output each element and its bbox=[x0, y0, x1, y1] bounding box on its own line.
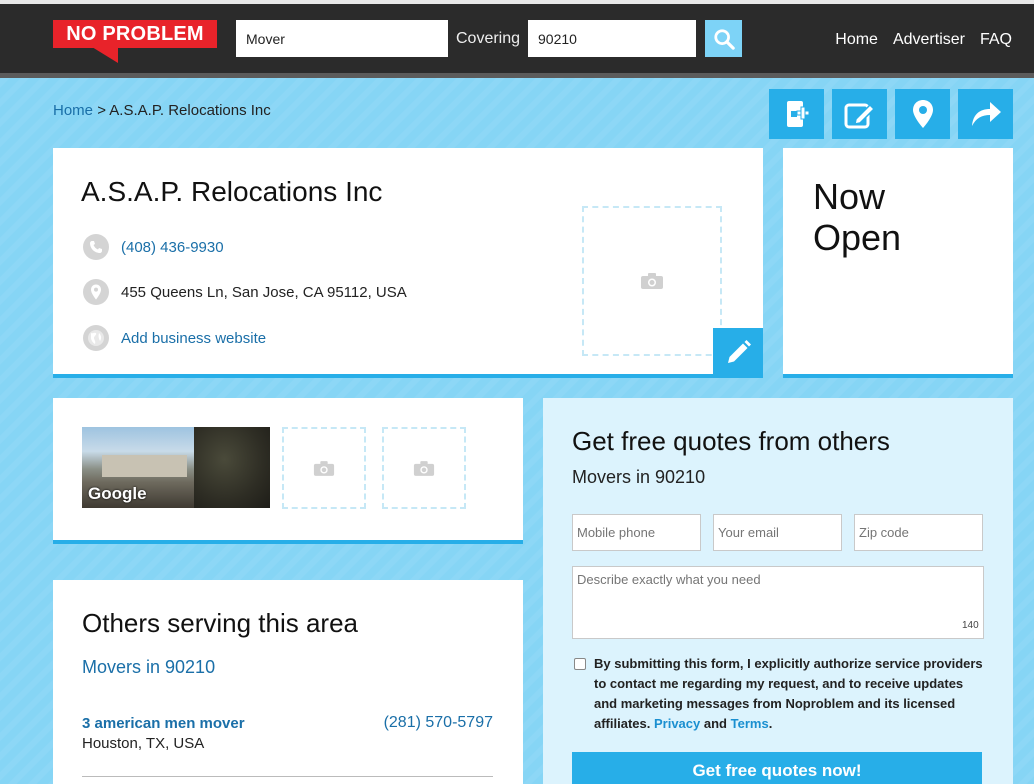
nav-advertiser[interactable]: Advertiser bbox=[893, 31, 965, 49]
breadcrumb-current: A.S.A.P. Relocations Inc bbox=[109, 102, 271, 119]
privacy-link[interactable]: Privacy bbox=[654, 716, 700, 731]
others-category-link[interactable]: Movers in 90210 bbox=[82, 657, 215, 678]
zip-code-input[interactable] bbox=[854, 514, 983, 551]
add-to-phone-icon bbox=[786, 101, 809, 127]
breadcrumb-separator: > bbox=[97, 102, 106, 119]
camera-icon bbox=[641, 273, 663, 289]
open-status-card: Now Open bbox=[783, 148, 1013, 378]
consent-and: and bbox=[703, 716, 727, 731]
breadcrumb: Home > A.S.A.P. Relocations Inc bbox=[53, 102, 271, 119]
consent-main: By submitting this form, I explicitly au… bbox=[594, 656, 983, 731]
others-card: Others serving this area Movers in 90210… bbox=[53, 580, 523, 784]
business-name: A.S.A.P. Relocations Inc bbox=[81, 176, 383, 207]
address-row: 455 Queens Ln, San Jose, CA 95112, USA bbox=[83, 279, 407, 305]
search-button[interactable] bbox=[705, 20, 742, 57]
quote-subtitle: Movers in 90210 bbox=[572, 467, 706, 487]
website-row: Add business website bbox=[83, 325, 266, 351]
top-bar: NO PROBLEM Covering Home Advertiser FAQ bbox=[0, 0, 1034, 78]
streetview-photo[interactable]: Google bbox=[82, 427, 270, 508]
edit-business-button[interactable] bbox=[713, 328, 763, 378]
photos-card: Google bbox=[53, 398, 523, 544]
quote-card: Get free quotes from others Movers in 90… bbox=[543, 398, 1013, 784]
provider-phone[interactable]: (281) 570-5797 bbox=[384, 714, 493, 732]
consent-period: . bbox=[768, 716, 773, 731]
logo-tail bbox=[92, 47, 118, 63]
search-icon bbox=[713, 28, 735, 50]
logo[interactable]: NO PROBLEM bbox=[53, 20, 217, 48]
quote-title: Get free quotes from others bbox=[572, 426, 890, 456]
main-nav: Home Advertiser FAQ bbox=[835, 31, 1012, 49]
provider-location: Houston, TX, USA bbox=[82, 735, 205, 752]
description-textarea[interactable] bbox=[572, 566, 984, 639]
consent-text: By submitting this form, I explicitly au… bbox=[594, 654, 988, 734]
streetview-house bbox=[102, 455, 187, 477]
business-phone[interactable]: (408) 436-9930 bbox=[121, 239, 224, 256]
globe-icon bbox=[83, 325, 109, 351]
mobile-phone-input[interactable] bbox=[572, 514, 701, 551]
submit-quotes-button[interactable]: Get free quotes now! bbox=[572, 752, 982, 784]
char-counter: 140 bbox=[962, 620, 979, 631]
camera-icon bbox=[413, 460, 435, 476]
email-input[interactable] bbox=[713, 514, 842, 551]
edit-review-button[interactable] bbox=[832, 89, 887, 139]
business-card: A.S.A.P. Relocations Inc (408) 436-9930 … bbox=[53, 148, 763, 378]
business-photo-placeholder[interactable] bbox=[582, 206, 722, 356]
share-button[interactable] bbox=[958, 89, 1013, 139]
edit-review-icon bbox=[844, 103, 875, 129]
add-to-phone-button[interactable] bbox=[769, 89, 824, 139]
google-watermark: Google bbox=[88, 484, 147, 503]
share-icon bbox=[971, 102, 1001, 126]
add-website-link[interactable]: Add business website bbox=[121, 330, 266, 347]
others-title: Others serving this area bbox=[82, 608, 359, 638]
photo-placeholder-2[interactable] bbox=[382, 427, 466, 509]
open-status: Now Open bbox=[813, 176, 902, 258]
phone-row: (408) 436-9930 bbox=[83, 234, 224, 260]
top-strip bbox=[0, 0, 1034, 4]
camera-icon bbox=[313, 460, 335, 476]
consent-checkbox[interactable] bbox=[574, 658, 586, 670]
pencil-icon bbox=[728, 340, 751, 363]
search-what-input[interactable] bbox=[236, 20, 448, 57]
action-toolbar bbox=[769, 89, 1013, 139]
map-pin-icon bbox=[912, 100, 933, 128]
photo-placeholder-1[interactable] bbox=[282, 427, 366, 509]
map-button[interactable] bbox=[895, 89, 950, 139]
covering-label: Covering bbox=[456, 30, 521, 47]
nav-faq[interactable]: FAQ bbox=[980, 31, 1012, 49]
nav-home[interactable]: Home bbox=[835, 31, 878, 49]
provider-name[interactable]: 3 american men mover bbox=[82, 715, 245, 732]
streetview-tree bbox=[194, 427, 270, 508]
business-address: 455 Queens Ln, San Jose, CA 95112, USA bbox=[121, 283, 407, 301]
location-icon bbox=[83, 279, 109, 305]
phone-icon bbox=[83, 234, 109, 260]
terms-link[interactable]: Terms bbox=[731, 716, 769, 731]
search-where-input[interactable] bbox=[528, 20, 696, 57]
provider-divider bbox=[82, 776, 493, 777]
breadcrumb-home[interactable]: Home bbox=[53, 102, 93, 119]
